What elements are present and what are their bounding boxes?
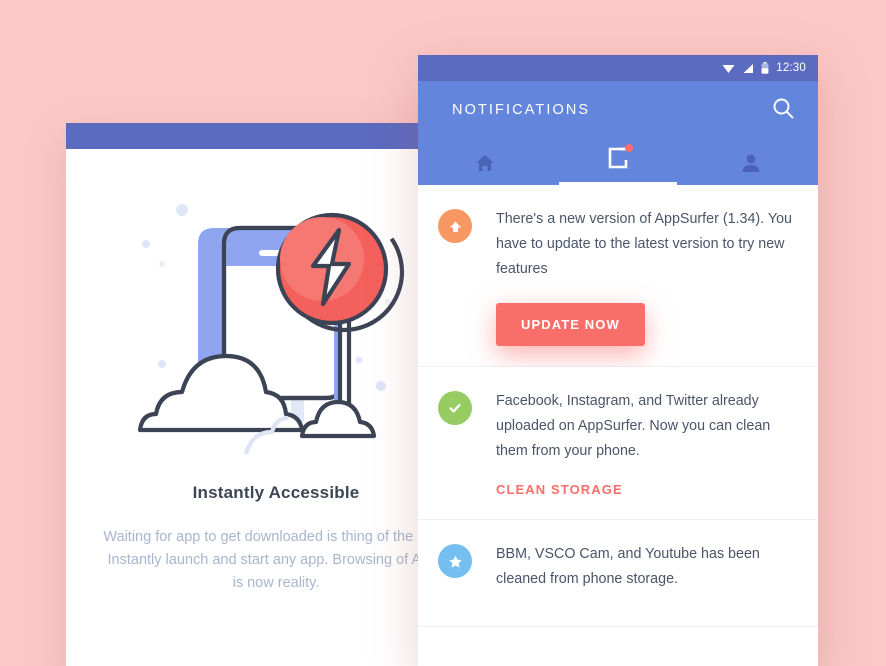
- arrow-up-icon: [438, 209, 472, 243]
- search-icon[interactable]: [772, 97, 794, 124]
- notification-text: Facebook, Instagram, and Twitter already…: [496, 393, 771, 459]
- notification-item[interactable]: Facebook, Instagram, and Twitter already…: [418, 367, 818, 520]
- star-icon: [438, 544, 472, 578]
- tab-profile[interactable]: [685, 139, 818, 185]
- notification-badge: [624, 144, 633, 152]
- notification-text: BBM, VSCO Cam, and Youtube has been clea…: [496, 546, 760, 587]
- update-now-button[interactable]: UPDATE NOW: [496, 303, 645, 346]
- tab-bar: [418, 139, 818, 185]
- signal-icon: [743, 63, 754, 73]
- notification-text: There's a new version of AppSurfer (1.34…: [496, 211, 792, 277]
- tab-home[interactable]: [418, 139, 551, 185]
- status-bar-time: 12:30: [776, 62, 806, 74]
- tab-notifications[interactable]: [551, 139, 684, 185]
- notification-item[interactable]: BBM, VSCO Cam, and Youtube has been clea…: [418, 520, 818, 627]
- battery-icon: [761, 62, 769, 74]
- check-icon: [438, 391, 472, 425]
- clean-storage-link[interactable]: CLEAN STORAGE: [496, 482, 623, 497]
- left-card-title: Instantly Accessible: [192, 483, 360, 502]
- home-icon: [475, 155, 494, 171]
- notifications-phone-card: 12:30 NOTIFICATIONS There's a new versio…: [418, 55, 818, 666]
- person-icon: [742, 154, 760, 172]
- left-card-description: Waiting for app to get downloaded is thi…: [103, 529, 449, 591]
- app-bar: NOTIFICATIONS: [418, 81, 818, 185]
- wifi-icon: [722, 64, 735, 73]
- page-title: NOTIFICATIONS: [452, 102, 591, 118]
- status-bar: 12:30: [418, 55, 818, 81]
- notification-item[interactable]: There's a new version of AppSurfer (1.34…: [418, 185, 818, 367]
